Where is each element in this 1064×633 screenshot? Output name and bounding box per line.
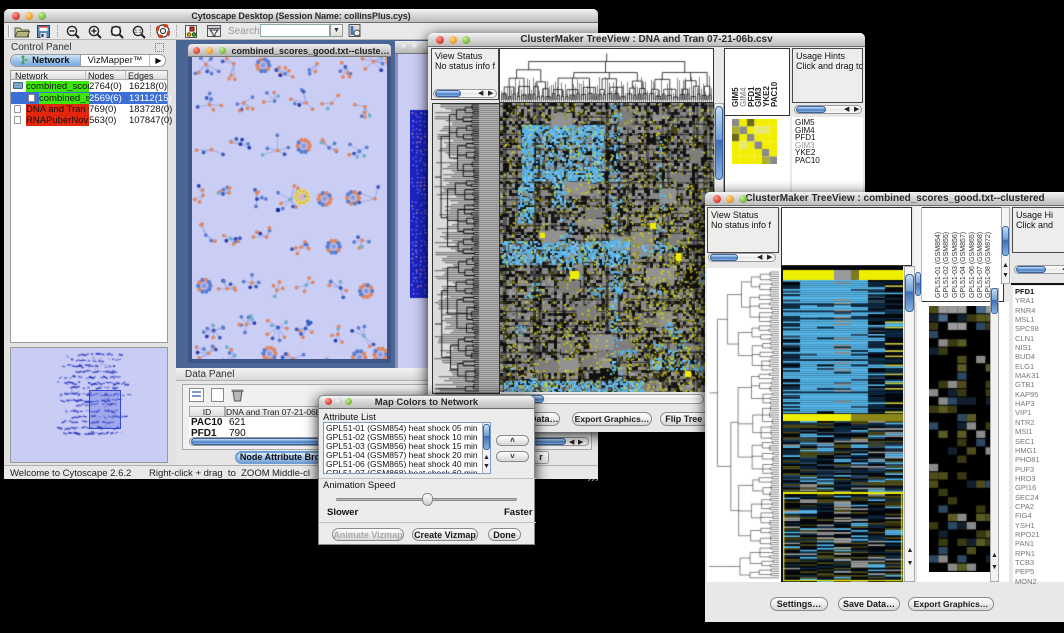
svg-text:1:1: 1:1 — [135, 29, 142, 35]
